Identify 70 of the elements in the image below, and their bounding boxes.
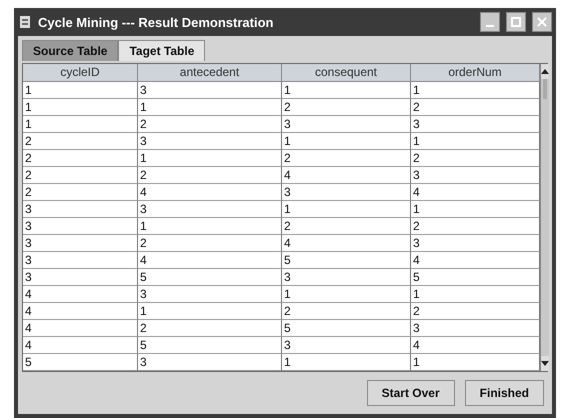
- column-header[interactable]: orderNum: [411, 64, 540, 82]
- table-cell: 5: [282, 252, 411, 269]
- table-cell: 1: [282, 201, 411, 218]
- table-cell: 1: [138, 303, 282, 320]
- table-cell: 1: [138, 150, 282, 167]
- table-cell: 1: [138, 99, 282, 116]
- table-cell: 4: [23, 303, 138, 320]
- column-header[interactable]: cycleID: [23, 64, 138, 82]
- maximize-icon: [511, 17, 521, 27]
- table-cell: 4: [282, 167, 411, 184]
- tab[interactable]: Source Table: [22, 40, 118, 61]
- table-cell: 1: [282, 354, 411, 371]
- maximize-button[interactable]: [506, 12, 526, 32]
- table-cell: 4: [282, 235, 411, 252]
- table-cell: 1: [23, 116, 138, 133]
- minimize-icon: [486, 24, 494, 26]
- table-cell: 5: [138, 337, 282, 354]
- table-cell: 2: [138, 167, 282, 184]
- table-cell: 3: [23, 269, 138, 286]
- table-cell: 3: [138, 286, 282, 303]
- table-cell: 2: [138, 235, 282, 252]
- table-cell: 4: [138, 184, 282, 201]
- table-cell: 2: [282, 218, 411, 235]
- column-header[interactable]: consequent: [282, 64, 411, 82]
- table-cell: 2: [23, 184, 138, 201]
- table-cell: 1: [138, 218, 282, 235]
- table-cell: 2: [282, 150, 411, 167]
- table-cell: 4: [23, 320, 138, 337]
- table-cell: 3: [138, 354, 282, 371]
- app-icon: [18, 15, 32, 29]
- table-cell: 2: [138, 116, 282, 133]
- table-cell: 2: [23, 167, 138, 184]
- close-icon: [537, 17, 547, 27]
- scrollbar[interactable]: [540, 64, 549, 371]
- table-cell: 1: [282, 82, 411, 99]
- table-cell: 3: [138, 133, 282, 150]
- table-cell: 5: [23, 354, 138, 371]
- table-cell: 3: [282, 337, 411, 354]
- up-arrow-icon[interactable]: [541, 69, 549, 74]
- table-cell: 2: [138, 320, 282, 337]
- minimize-button[interactable]: [480, 12, 500, 32]
- table-cell: 3: [138, 201, 282, 218]
- table-cell: 3: [282, 184, 411, 201]
- window-title: Cycle Mining --- Result Demonstration: [38, 14, 274, 30]
- table-cell: 1: [23, 82, 138, 99]
- column-header[interactable]: antecedent: [138, 64, 282, 82]
- table-cell: 5: [282, 320, 411, 337]
- table-cell: 1: [23, 99, 138, 116]
- table-cell: 2: [23, 133, 138, 150]
- down-arrow-icon[interactable]: [541, 361, 549, 366]
- close-button[interactable]: [532, 12, 552, 32]
- table-cell: 3: [138, 82, 282, 99]
- table-cell: 3: [23, 218, 138, 235]
- table-cell: 4: [23, 286, 138, 303]
- table-cell: 4: [138, 252, 282, 269]
- table-cell: 3: [23, 235, 138, 252]
- table-cell: 3: [282, 269, 411, 286]
- table-cell: 1: [282, 133, 411, 150]
- dialog-button[interactable]: Finished: [464, 380, 544, 406]
- table-cell: 3: [23, 252, 138, 269]
- tab[interactable]: Taget Table: [118, 40, 206, 61]
- table-cell: 2: [282, 303, 411, 320]
- table-cell: 4: [23, 337, 138, 354]
- table-cell: 2: [23, 150, 138, 167]
- table-cell: 5: [138, 269, 282, 286]
- dialog-button[interactable]: Start Over: [366, 380, 455, 406]
- table-cell: 1: [282, 286, 411, 303]
- table-cell: 2: [282, 99, 411, 116]
- table-cell: 3: [23, 201, 138, 218]
- table-cell: 3: [282, 116, 411, 133]
